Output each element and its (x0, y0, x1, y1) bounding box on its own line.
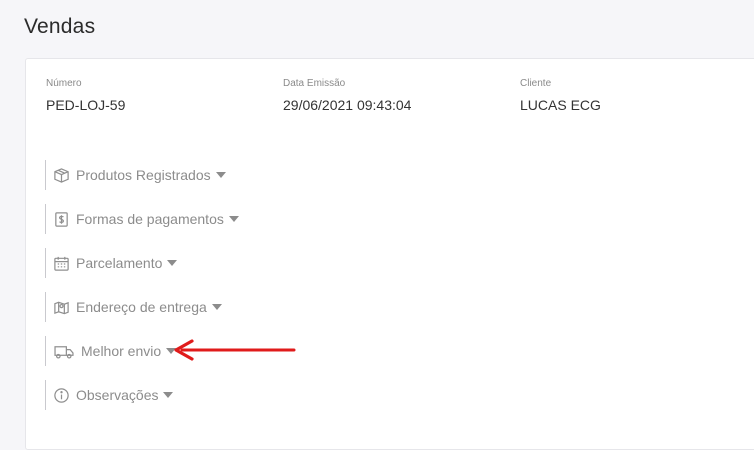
client-label: Cliente (520, 78, 552, 89)
map-icon (53, 299, 70, 316)
issue-date-label: Data Emissão (283, 78, 346, 89)
order-number-label: Número (46, 78, 82, 89)
info-icon (53, 387, 70, 404)
section-parcelamento[interactable]: Parcelamento (45, 248, 178, 278)
truck-icon (53, 343, 75, 360)
order-card: Número PED-LOJ-59 Data Emissão 29/06/202… (25, 58, 754, 450)
section-produtos-registrados[interactable]: Produtos Registrados (45, 160, 226, 190)
calendar-icon (53, 255, 70, 272)
section-label: Parcelamento (76, 255, 163, 271)
caret-down-icon (215, 172, 226, 178)
section-observacoes[interactable]: Observações (45, 380, 174, 410)
annotation-arrow-icon (174, 339, 296, 361)
issue-date-value: 29/06/2021 09:43:04 (283, 97, 412, 113)
section-label: Formas de pagamentos (76, 211, 224, 227)
page-title: Vendas (24, 15, 96, 38)
issue-date-group: Data Emissão 29/06/2021 09:43:04 (283, 78, 411, 113)
section-melhor-envio[interactable]: Melhor envio (45, 336, 177, 366)
section-label: Melhor envio (81, 343, 162, 359)
section-label: Produtos Registrados (76, 167, 211, 183)
box-icon (53, 167, 70, 184)
client-value: LUCAS ECG (520, 97, 601, 113)
section-endereco-de-entrega[interactable]: Endereço de entrega (45, 292, 222, 322)
caret-down-icon (163, 392, 174, 398)
section-label: Endereço de entrega (76, 299, 207, 315)
caret-down-icon (167, 260, 178, 266)
dollar-icon (53, 211, 70, 228)
caret-down-icon (228, 216, 239, 222)
section-formas-de-pagamentos[interactable]: Formas de pagamentos (45, 204, 239, 234)
order-number-group: Número PED-LOJ-59 (46, 78, 125, 113)
client-group: Cliente LUCAS ECG (520, 78, 601, 113)
order-number-value: PED-LOJ-59 (46, 97, 126, 113)
section-label: Observações (76, 387, 159, 403)
caret-down-icon (211, 304, 222, 310)
